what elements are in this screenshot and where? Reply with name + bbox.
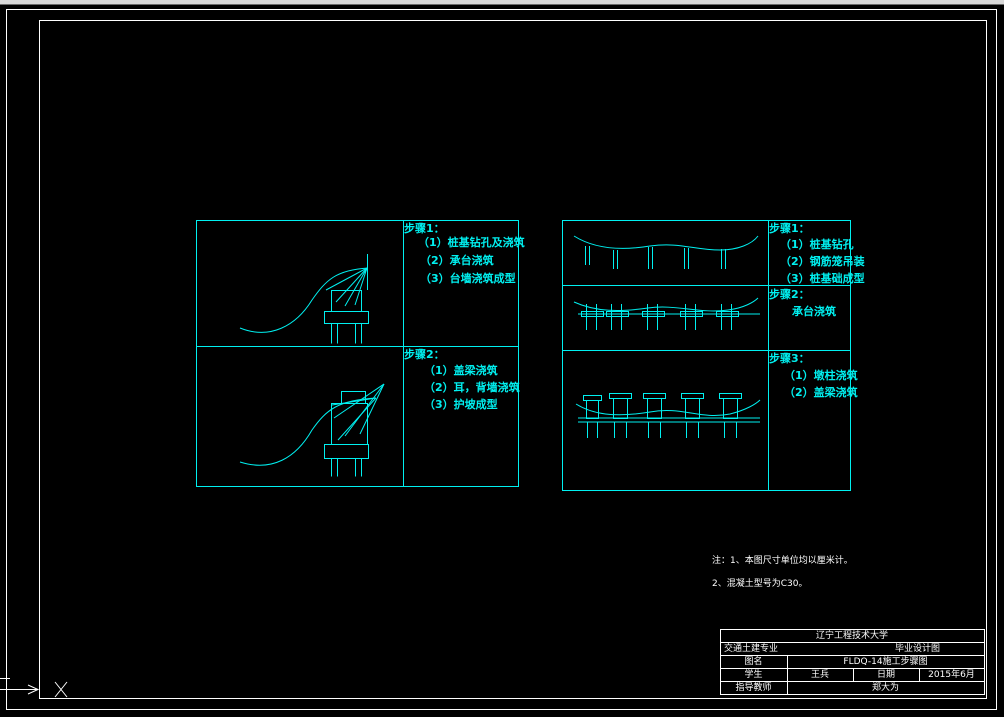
title-block-design-type: 毕业设计图 [895, 644, 941, 654]
cad-canvas[interactable] [0, 0, 1004, 717]
right-step3-item-2: （2）盖梁浇筑 [784, 386, 858, 399]
title-block-advisor-name: 郑大为 [871, 683, 899, 693]
title-block-date-label: 日期 [876, 670, 895, 680]
left-step2-title: 步骤2： [404, 348, 445, 361]
left-step2-item-2: （2）耳，背墙浇筑 [424, 381, 520, 394]
right-step1-item-1: （1）桩基钻孔 [780, 238, 854, 251]
pile-sketch-step1 [573, 235, 759, 269]
right-step2-item-1: 承台浇筑 [792, 305, 836, 318]
note-line-1: 注：1、本图尺寸单位均以厘米计。 [712, 556, 853, 566]
status-bar-strip [0, 711, 1004, 717]
title-block-advisor-label: 指导教师 [735, 683, 772, 693]
right-step2-title: 步骤2： [769, 288, 810, 301]
right-step1-item-3: （3）桩基础成型 [780, 272, 865, 285]
right-step1-item-2: （2）钢筋笼吊装 [780, 255, 865, 268]
title-block-student-label: 学生 [744, 670, 763, 680]
title-block-drawing-name: FLDQ-14施工步骤图 [843, 657, 928, 667]
left-step1-title: 步骤1： [404, 222, 445, 235]
title-block-student-name: 王兵 [810, 670, 829, 680]
right-step3-item-1: （1）墩柱浇筑 [784, 369, 858, 382]
abutment-sketch-step2 [239, 383, 385, 477]
pile-cap-sketch-step2 [573, 297, 760, 330]
pier-sketch-step3 [575, 393, 761, 438]
title-block-university: 辽宁工程技术大学 [815, 631, 888, 641]
left-step2-item-3: （3）护坡成型 [424, 398, 498, 411]
note-line-2: 2、混凝土型号为C30。 [712, 579, 808, 589]
left-step1-item-2: （2）承台浇筑 [420, 254, 494, 267]
title-block-date: 2015年6月 [928, 670, 975, 680]
abutment-sketch-step1 [239, 254, 369, 344]
right-step1-title: 步骤1： [769, 222, 810, 235]
left-step2-item-1: （1）盖梁浇筑 [424, 364, 498, 377]
left-step1-item-1: （1）桩基钻孔及浇筑 [418, 236, 525, 249]
title-block-drawing-name-label: 图名 [744, 657, 763, 667]
title-block-major: 交通土建专业 [724, 644, 779, 654]
left-step1-item-3: （3）台墙浇筑成型 [420, 272, 516, 285]
right-step3-title: 步骤3： [769, 352, 810, 365]
ucs-icon [0, 678, 68, 698]
